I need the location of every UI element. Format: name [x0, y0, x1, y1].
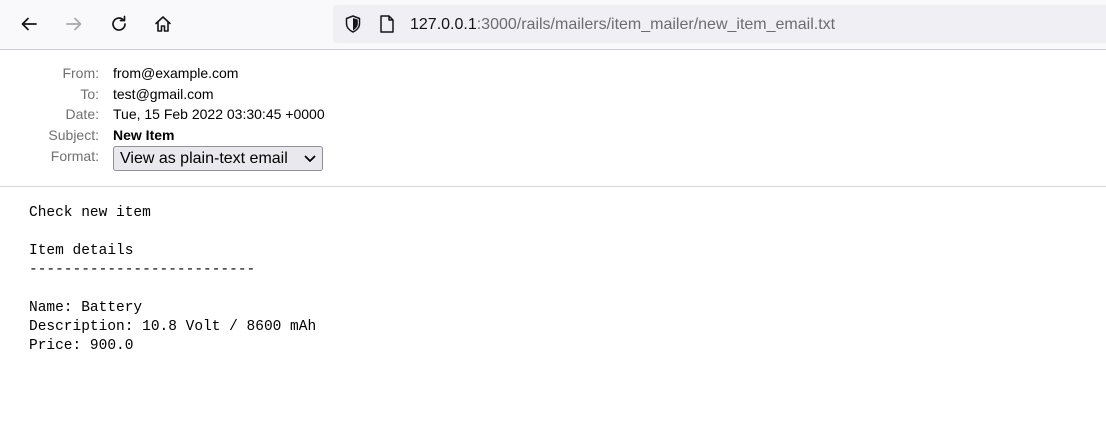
to-label: To: [80, 86, 99, 102]
email-header: From: from@example.com To: test@gmail.co… [0, 50, 1106, 187]
back-arrow-icon [21, 17, 37, 31]
shield-icon[interactable] [343, 14, 363, 34]
address-bar[interactable]: 127.0.0.1:3000/rails/mailers/item_mailer… [333, 5, 1106, 43]
home-button[interactable] [147, 8, 179, 40]
from-label: From: [62, 65, 99, 81]
forward-button[interactable] [58, 8, 90, 40]
format-selected-value: View as plain-text email [120, 150, 288, 167]
page-icon[interactable] [378, 14, 396, 34]
subject-row: Subject: New Item [0, 125, 1106, 145]
url-path: :3000/rails/mailers/item_mailer/new_item… [476, 16, 836, 33]
chevron-down-icon [304, 155, 316, 162]
reload-icon [112, 15, 126, 31]
body-line: Name: Battery [29, 300, 143, 316]
format-label: Format: [50, 148, 99, 164]
subject-label: Subject: [48, 127, 99, 143]
body-line: Price: 900.0 [29, 338, 134, 354]
to-row: To: test@gmail.com [0, 84, 1106, 104]
format-select[interactable]: View as plain-text email [113, 146, 323, 171]
body-line: Item details [29, 243, 134, 259]
date-value: Tue, 15 Feb 2022 03:30:45 +0000 [113, 106, 325, 122]
email-body: Check new item Item details ------------… [29, 204, 316, 356]
forward-arrow-icon [66, 17, 82, 31]
subject-value: New Item [113, 127, 175, 143]
url-text[interactable]: 127.0.0.1:3000/rails/mailers/item_mailer… [410, 15, 835, 35]
back-button[interactable] [13, 8, 45, 40]
format-row: Format: View as plain-text email [0, 146, 1106, 176]
from-row: From: from@example.com [0, 63, 1106, 83]
url-host: 127.0.0.1 [410, 16, 477, 33]
date-label: Date: [65, 106, 99, 122]
to-value: test@gmail.com [113, 86, 214, 102]
body-line: Check new item [29, 205, 151, 221]
reload-button[interactable] [103, 8, 135, 40]
body-line: -------------------------- [29, 262, 256, 278]
date-row: Date: Tue, 15 Feb 2022 03:30:45 +0000 [0, 104, 1106, 124]
from-value: from@example.com [113, 65, 239, 81]
browser-toolbar: 127.0.0.1:3000/rails/mailers/item_mailer… [0, 0, 1106, 50]
body-line: Description: 10.8 Volt / 8600 mAh [29, 319, 317, 335]
home-icon [155, 16, 171, 32]
